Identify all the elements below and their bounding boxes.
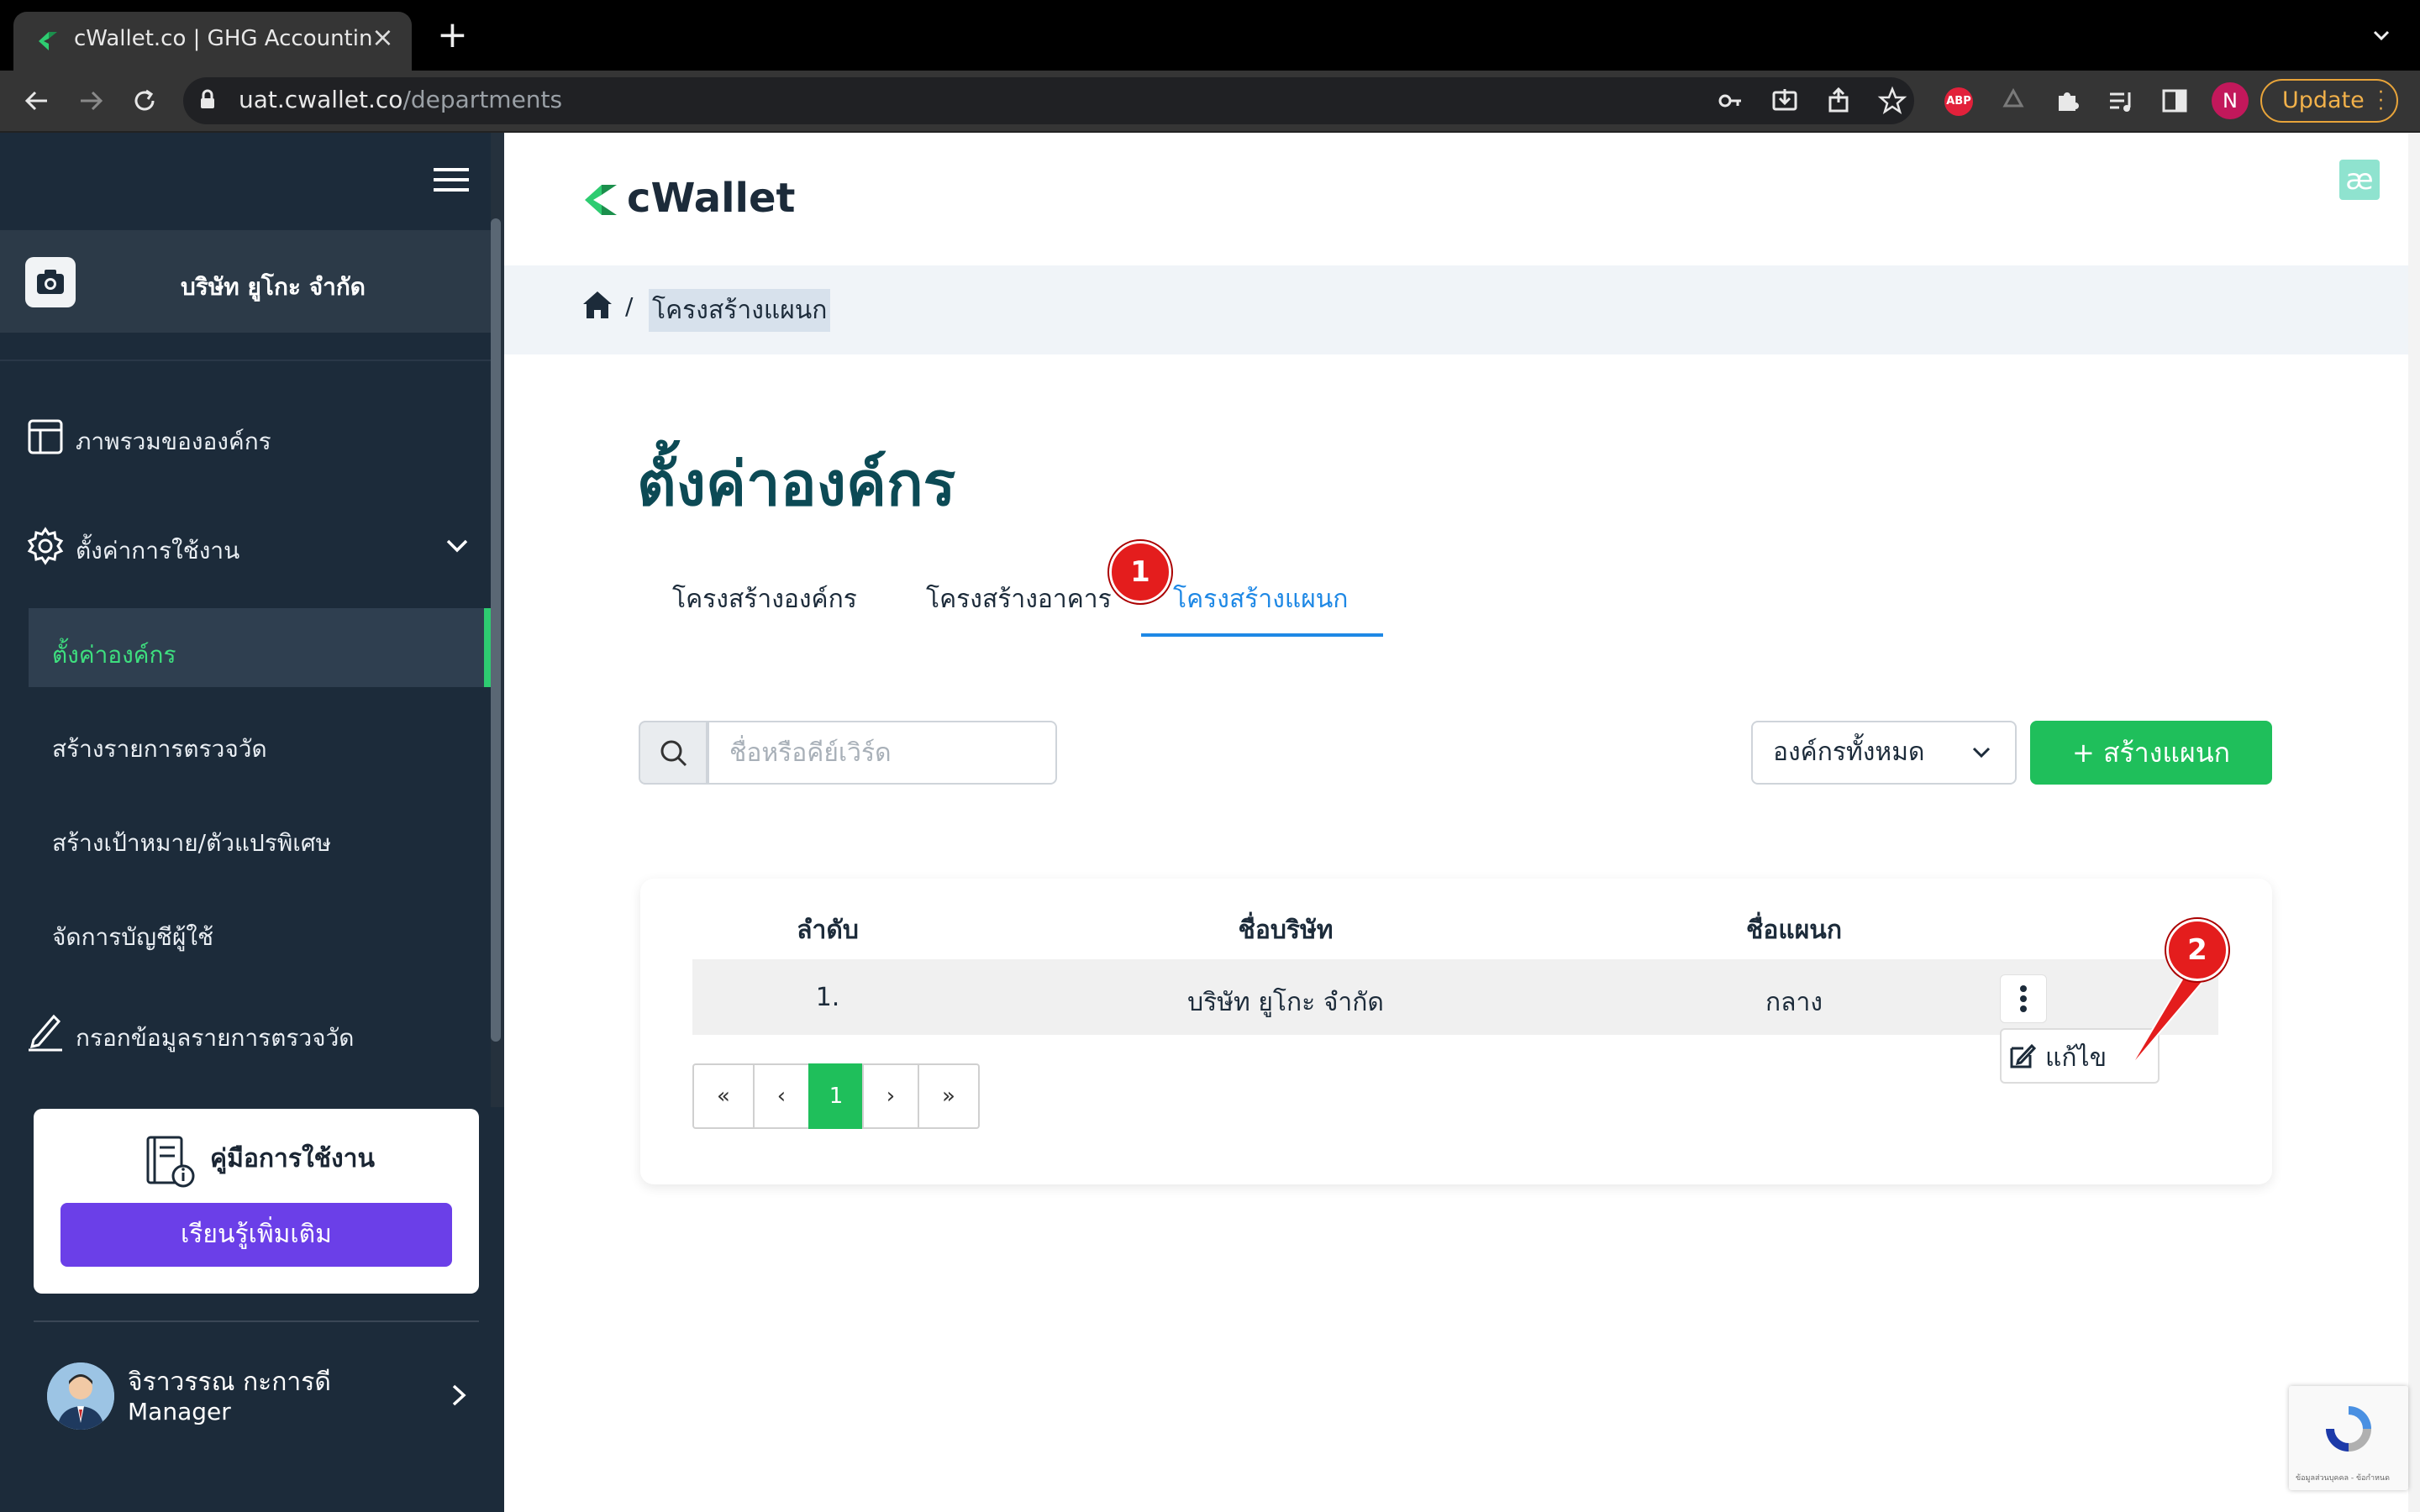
company-name: บริษัท ยูโกะ จำกัด — [181, 273, 366, 301]
profile-avatar[interactable]: N — [2212, 82, 2249, 119]
sidebar-item-user-accounts[interactable]: จัดการบัญชีผู้ใช้ — [52, 919, 213, 956]
recycle-extension-icon[interactable] — [1998, 86, 2028, 116]
col-header-company: ชื่อบริษัท — [1238, 916, 1334, 945]
sidebar — [0, 133, 504, 1512]
sidebar-divider — [34, 1320, 479, 1322]
search-input[interactable] — [708, 721, 1057, 785]
user-role: Manager — [128, 1398, 231, 1425]
sidebar-item-org-overview[interactable]: ภาพรวมขององค์กร — [76, 423, 271, 460]
media-queue-icon[interactable] — [2106, 86, 2136, 116]
edit-icon[interactable] — [2008, 1042, 2037, 1070]
kebab-menu-icon — [2020, 985, 2027, 1012]
chevron-down-icon — [1972, 747, 1991, 759]
lock-icon[interactable] — [195, 87, 220, 113]
reload-icon[interactable] — [129, 86, 160, 116]
hamburger-menu-icon[interactable] — [434, 166, 469, 193]
recaptcha-privacy-text: ข้อมูลส่วนบุคคล - ข้อกำหนด — [2296, 1474, 2390, 1483]
search-icon — [660, 740, 687, 767]
sidebar-item-enter-measurement[interactable]: กรอกข้อมูลรายการตรวจวัด — [76, 1020, 354, 1057]
cwallet-logo-icon — [585, 185, 617, 215]
url-host: uat.cwallet.co — [239, 86, 403, 113]
org-filter-select[interactable]: องค์กรทั้งหมด — [1751, 721, 2017, 785]
pagination-next[interactable]: › — [862, 1063, 919, 1129]
sidebar-scrollbar[interactable] — [491, 218, 501, 1042]
tab-title: cWallet.co | GHG Accounting S — [74, 26, 372, 51]
update-button[interactable]: Update · · · — [2260, 79, 2398, 123]
cwallet-favicon-icon — [39, 32, 57, 50]
url-path: /departments — [402, 86, 563, 113]
pagination-last[interactable]: » — [918, 1063, 980, 1129]
chevron-down-icon[interactable] — [445, 538, 469, 554]
pagination-first[interactable]: « — [692, 1063, 755, 1129]
col-header-department: ชื่อแผนก — [1746, 916, 1842, 945]
recaptcha-icon — [2326, 1406, 2371, 1452]
install-app-icon[interactable] — [1770, 86, 1800, 116]
manual-book-icon — [146, 1136, 195, 1188]
page-title: ตั้งค่าองค์กร — [637, 449, 956, 519]
update-label: Update — [2282, 87, 2365, 113]
bookmark-star-icon[interactable] — [1877, 86, 1907, 116]
sidebar-item-create-measurement[interactable]: สร้างรายการตรวจวัด — [52, 731, 267, 768]
sidebar-divider — [0, 360, 491, 361]
org-filter-value: องค์กรทั้งหมด — [1773, 738, 1925, 767]
tab-building-structure[interactable]: โครงสร้างอาคาร — [926, 580, 1112, 619]
adblock-plus-icon[interactable]: ABP — [1944, 87, 1973, 116]
row-actions-button[interactable] — [2000, 974, 2047, 1023]
home-icon[interactable] — [581, 289, 613, 321]
main-scrollbar[interactable] — [2408, 133, 2420, 1512]
back-arrow-icon[interactable] — [22, 86, 52, 116]
extensions-puzzle-icon[interactable] — [2052, 86, 2082, 116]
brand-name: cWallet — [627, 175, 796, 222]
active-tab-underline — [1141, 633, 1383, 637]
layout-icon — [28, 419, 63, 454]
pagination-prev[interactable]: ‹ — [753, 1063, 810, 1129]
breadcrumb-separator: / — [625, 292, 634, 320]
edit-menu-item[interactable]: แก้ไข — [2045, 1038, 2107, 1078]
breadcrumb-current: โครงสร้างแผนก — [649, 289, 831, 332]
sidebar-active-indicator — [484, 608, 491, 687]
browser-tab[interactable]: cWallet.co | GHG Accounting S × — [13, 12, 412, 71]
forward-arrow-icon[interactable] — [76, 86, 106, 116]
cell-department: กลาง — [1765, 988, 1823, 1017]
new-tab-icon[interactable]: + — [437, 17, 468, 54]
create-department-button[interactable]: + สร้างแผนก — [2030, 721, 2272, 785]
sidebar-item-create-target[interactable]: สร้างเป้าหมาย/ตัวแปรพิเศษ — [52, 825, 331, 862]
url-text[interactable]: uat.cwallet.co/departments — [239, 86, 562, 113]
tab-department-structure[interactable]: โครงสร้างแผนก — [1173, 580, 1348, 619]
sidebar-item-settings[interactable]: ตั้งค่าการใช้งาน — [76, 533, 239, 570]
sidebar-item-org-settings[interactable]: ตั้งค่าองค์กร — [52, 637, 176, 674]
more-menu-icon: · · · — [2378, 82, 2384, 120]
side-panel-icon[interactable] — [2160, 86, 2190, 116]
pencil-icon — [29, 1014, 62, 1052]
tab-search-chevron-icon[interactable] — [2371, 25, 2391, 45]
gear-icon — [27, 527, 64, 565]
key-icon[interactable] — [1716, 86, 1746, 116]
camera-icon[interactable] — [25, 257, 76, 307]
user-avatar[interactable] — [47, 1362, 114, 1430]
cell-company: บริษัท ยูโกะ จำกัด — [1187, 988, 1384, 1017]
table-row — [692, 959, 2218, 1035]
search-button[interactable] — [639, 721, 708, 785]
manual-title: คู่มือการใช้งาน — [210, 1144, 375, 1173]
tab-org-structure[interactable]: โครงสร้างองค์กร — [672, 580, 857, 619]
recaptcha-badge[interactable]: ข้อมูลส่วนบุคคล - ข้อกำหนด — [2289, 1386, 2408, 1490]
user-name: จิราวรรณ กะการดี — [128, 1368, 331, 1397]
learn-more-button[interactable]: เรียนรู้เพิ่มเติม — [60, 1203, 452, 1267]
share-icon[interactable] — [1823, 86, 1854, 116]
chevron-right-icon[interactable] — [449, 1383, 469, 1408]
cell-index: 1. — [815, 983, 840, 1012]
col-header-index: ลำดับ — [797, 916, 859, 945]
pagination-page-1[interactable]: 1 — [808, 1063, 864, 1129]
annotation-marker-1: 1 — [1109, 541, 1171, 603]
annotation-marker-2: 2 — [2166, 919, 2228, 981]
tab-close-icon[interactable]: × — [371, 22, 394, 52]
ae-extension-badge[interactable]: æ — [2339, 160, 2380, 200]
